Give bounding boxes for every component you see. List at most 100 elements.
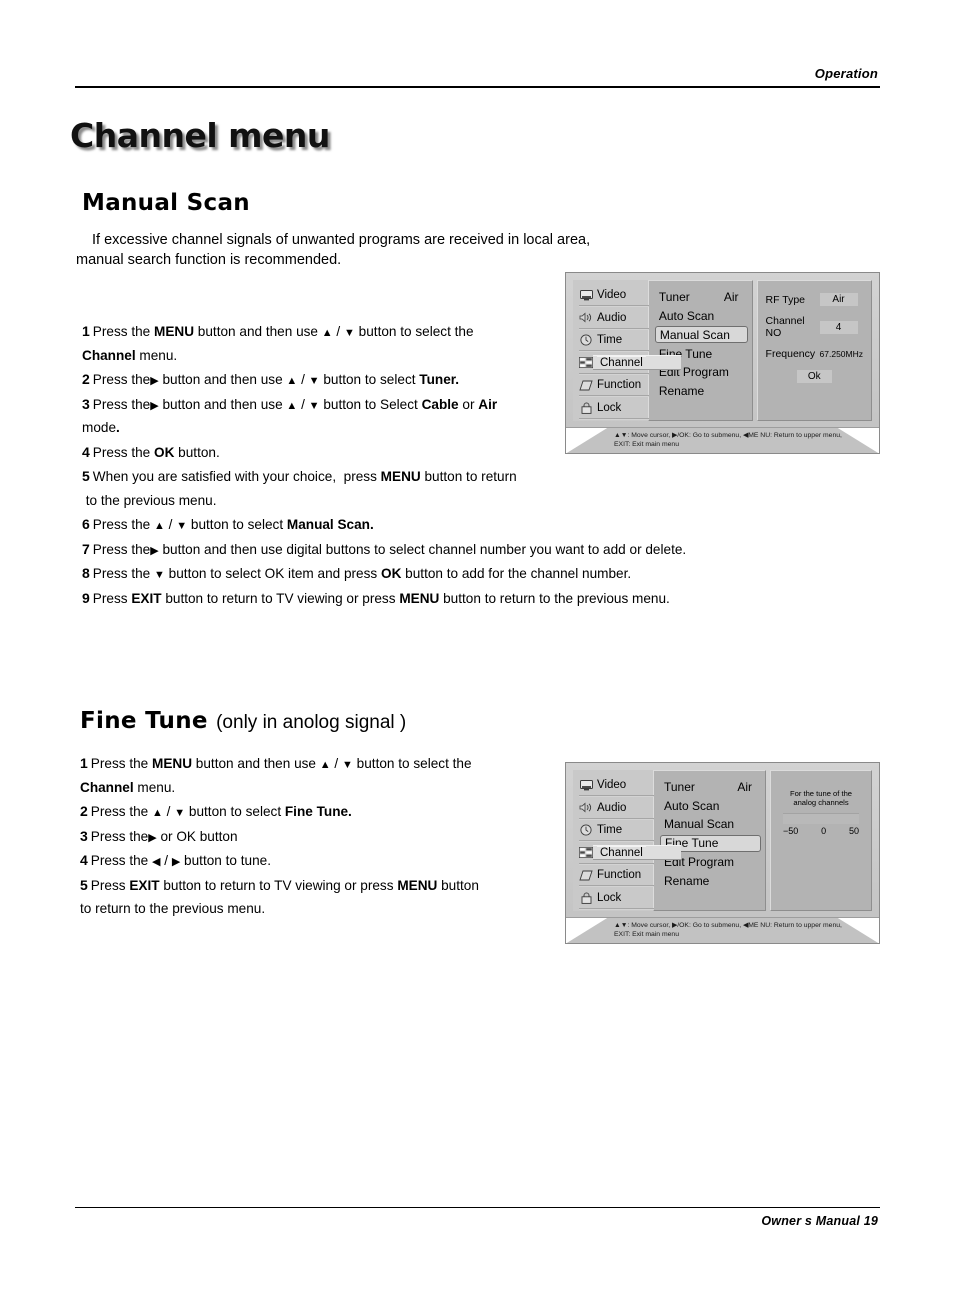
osd-sidebar-label: Time [597,334,623,346]
step-text: Press the MENU button and then use ▲ / ▼… [82,324,474,363]
osd-menu-item-tuner[interactable]: Tuner Air [662,779,765,795]
osd-sidebar-divider [579,417,649,420]
osd-sidebar-item-audio[interactable]: Audio [577,309,649,330]
osd-sidebar-divider [579,305,649,307]
osd-sidebar: Video Audio Time Channel Function Lock [573,770,681,911]
osd-sidebar-item-video[interactable]: Video [577,776,654,797]
osd-menu-item-value: Air [737,780,752,794]
osd-menu-list: Tuner Air Auto Scan Manual Scan Fine Tune Edi… [647,280,753,421]
step-number: 8 [82,565,90,581]
osd-sidebar-divider [579,907,654,910]
osd-menu-item-label: Auto Scan [664,798,720,813]
osd-sidebar-label: Audio [597,801,627,814]
osd-help-line-2: EXIT: Exit main menu [614,441,679,448]
osd-menu-item-label: Rename [658,383,705,398]
osd-sidebar-label: Video [597,779,627,791]
channel-grid-icon [579,847,593,859]
osd-sidebar-divider [579,327,649,330]
osd-sidebar-label: Video [597,289,627,301]
osd-sidebar-label: Function [597,379,642,391]
osd-sidebar-label: Channel [597,355,646,370]
intro-line-2: manual search function is recommended. [76,252,342,268]
step-number: 5 [80,876,88,893]
step-number: 2 [80,803,88,819]
osd-menu-item-label: Tuner [664,780,695,794]
speaker-note-icon [579,802,593,814]
osd-menu-item-label: Rename [664,873,710,888]
osd-menu-item-tuner[interactable]: Tuner Air [657,289,752,305]
osd-menu-item-label: Manual Scan [664,817,735,831]
step-number: 5 [82,468,90,484]
monitor-icon [579,289,593,301]
osd-sidebar-item-time[interactable]: Time [577,331,649,352]
step-number: 1 [80,755,88,771]
osd-menu-item-label: Manual Scan [659,327,730,342]
fine-tune-heading-main: Fine Tune [80,708,208,734]
osd-sidebar: Video Audio Time Channel Function Lock [573,280,681,421]
osd-sidebar-item-video[interactable]: Video [577,286,649,307]
osd-sidebar-item-channel[interactable]: Channel [577,844,654,865]
osd-sidebar-divider [579,885,654,887]
osd-detail-panel-manual: RF Type Air Channel NO 4 Frequency 67.25… [756,280,872,421]
osd-row-frequency: Frequency 67.250MHz [766,348,863,360]
osd-menu-list: Tuner Air Auto Scan Manual Scan Fine Tune Edi… [653,770,766,911]
osd-menu-item-manual-scan[interactable]: Manual Scan [662,816,765,832]
osd-menu-item-label: Tuner [658,290,690,304]
step-text: Press the▶ button and then use digital b… [92,541,687,557]
osd-sidebar-divider [579,372,649,375]
osd-help-wedge-left [566,427,608,453]
step-item: 8 Press the ▼ button to select OK item an… [82,562,782,586]
scale-mid: 0 [821,826,827,836]
osd-menu-item-manual-scan[interactable]: Manual Scan [654,326,748,343]
step-number: 1 [82,323,90,339]
osd-screenshot-manual-scan: Video Audio Time Channel Function Lock Tuner A… [565,272,880,454]
osd-sidebar-label: Time [597,824,623,836]
osd-menu-item-rename[interactable]: Rename [662,873,765,889]
osd-menu-item-auto-scan[interactable]: Auto Scan [657,308,752,324]
step-item: 5 Press EXIT button to return to TV viewi… [80,874,550,921]
footer-text: Owner s Manual 19 [761,1214,878,1228]
step-number: 6 [82,516,90,532]
header-section-title: Operation [814,66,878,81]
intro-line-1: If excessive channel signals of unwanted… [92,232,591,248]
osd-menu-item-rename[interactable]: Rename [657,383,752,399]
fine-tune-slider[interactable] [783,813,859,824]
step-text: Press the ▲ / ▼ button to select Manual … [92,517,374,532]
frequency-value: 67.250MHz [819,349,863,359]
step-text: Press the OK button. [92,444,220,460]
osd-sidebar-item-channel[interactable]: Channel [577,354,649,375]
step-text: Press the MENU button and then use ▲ / ▼… [80,756,472,795]
step-item: 2 Press the ▲ / ▼ button to select Fine T… [80,800,550,824]
osd-sidebar-item-time[interactable]: Time [577,821,654,842]
step-item: 6 Press the ▲ / ▼ button to select Manual… [82,513,782,537]
channel-no-label: Channel NO [765,315,805,339]
osd-sidebar-item-lock[interactable]: Lock [577,399,649,420]
osd-sidebar-divider [579,795,654,797]
osd-sidebar-item-function[interactable]: Function [577,376,649,397]
diamond-icon [579,869,593,881]
osd-sidebar-item-audio[interactable]: Audio [577,799,654,820]
osd-sidebar-item-function[interactable]: Function [577,866,654,887]
osd-menu-item-auto-scan[interactable]: Auto Scan [662,798,765,814]
section-heading-manual-scan: Manual Scan [82,190,250,216]
rf-type-value: Air [819,293,858,306]
fine-tune-heading-sub: (only in anolog signal ) [216,712,407,733]
step-text: Press EXIT button to return to TV viewin… [80,877,479,917]
scale-min: −50 [783,826,799,836]
osd-sidebar-item-lock[interactable]: Lock [577,889,654,910]
osd-menu-item-label: Auto Scan [658,308,715,323]
step-item: 4 Press the ◀ / ▶ button to tune. [80,849,550,873]
manual-scan-intro: If excessive channel signals of unwanted… [76,230,716,270]
step-number: 9 [82,589,90,606]
step-item: 3 Press the▶ or OK button [80,825,550,849]
header-rule [75,86,880,88]
osd-help-bar: ▲▼: Move cursor, ▶/OK: Go to submenu, ◀M… [566,426,879,453]
rf-type-label: RF Type [765,293,806,306]
osd-sidebar-label: Function [597,869,642,881]
osd-help-line-2: EXIT: Exit main menu [614,931,679,938]
osd-sidebar-label: Audio [597,311,627,324]
lock-icon [579,401,593,414]
fine-tune-caption: For the tune of the analog channels [789,789,853,807]
step-item: 1 Press the MENU button and then use ▲ / … [80,752,550,799]
step-text: When you are satisfied with your choice,… [82,469,517,508]
